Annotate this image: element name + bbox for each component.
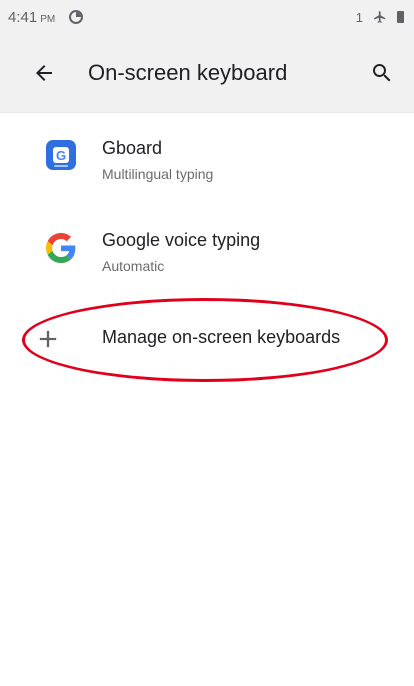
google-g-glyph <box>46 233 76 263</box>
airplane-icon <box>374 11 386 23</box>
status-time: 4:41 PM <box>8 9 55 26</box>
gboard-g-glyph: G <box>53 147 69 163</box>
app-bar: On-screen keyboard <box>0 34 414 112</box>
list-item-voice-typing[interactable]: Google voice typing Automatic <box>0 210 414 298</box>
gboard-keys-glyph <box>54 165 68 167</box>
sim-indicator: 1 <box>355 9 363 25</box>
status-time-value: 4:41 <box>8 8 38 26</box>
status-right-icons: 1 <box>356 10 404 25</box>
plus-icon <box>34 325 64 355</box>
list-item-manage-keyboards[interactable]: Manage on-screen keyboards <box>0 306 414 372</box>
plus-glyph <box>39 330 57 348</box>
arrow-back-icon <box>36 65 52 81</box>
status-bar: 4:41 PM 1 <box>0 0 414 34</box>
status-ampm: PM <box>40 13 56 25</box>
gboard-icon-tile: G <box>46 140 76 170</box>
back-button[interactable] <box>14 43 74 103</box>
item-subtitle: Multilingual typing <box>102 166 214 182</box>
google-g-icon <box>46 233 76 263</box>
gboard-text: Gboard Multilingual typing <box>102 138 213 182</box>
gboard-icon: G <box>46 140 76 170</box>
item-title: Manage on-screen keyboards <box>102 327 341 347</box>
search-icon <box>373 64 391 82</box>
battery-icon <box>397 11 404 23</box>
item-title: Google voice typing <box>102 230 261 250</box>
search-button[interactable] <box>360 51 404 95</box>
item-subtitle: Automatic <box>102 258 165 274</box>
page-title: On-screen keyboard <box>88 60 288 85</box>
list-item-gboard[interactable]: G Gboard Multilingual typing <box>0 118 414 204</box>
header-divider <box>0 112 414 113</box>
manage-keyboards-text: Manage on-screen keyboards <box>102 327 340 348</box>
data-saver-icon <box>69 10 84 24</box>
item-title: Gboard <box>102 138 163 158</box>
voice-typing-text: Google voice typing Automatic <box>102 230 260 274</box>
